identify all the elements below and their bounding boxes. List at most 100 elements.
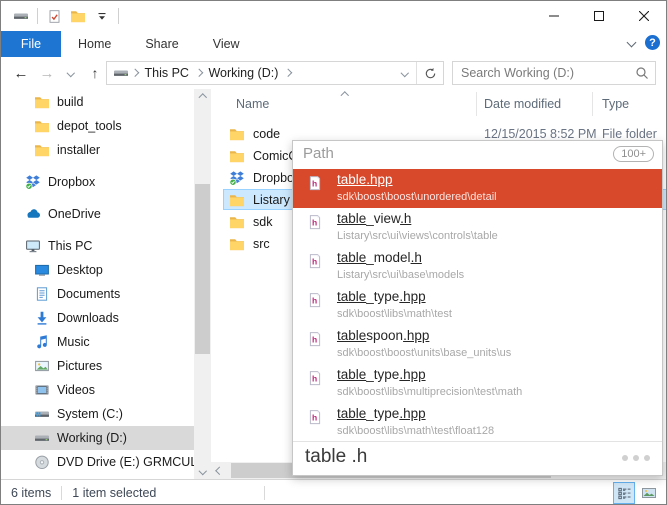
breadcrumb-this-pc[interactable]: This PC <box>141 66 193 80</box>
onedrive-icon <box>25 206 41 222</box>
thispc-icon <box>25 238 41 254</box>
quick-access-toolbar <box>1 4 123 28</box>
search-result-5[interactable]: htablespoon.hppsdk\boost\boost\units\bas… <box>293 325 662 364</box>
file-name: code <box>253 127 280 141</box>
sidebar-item-label: build <box>57 95 83 109</box>
sidebar-item-dvd-drive-e-grmculx[interactable]: DVD Drive (E:) GRMCULX <box>1 450 194 474</box>
tab-share[interactable]: Share <box>128 31 195 57</box>
column-header-date-modified[interactable]: Date modified <box>484 97 561 111</box>
sidebar-item-music[interactable]: Music <box>1 330 194 354</box>
sidebar-item-dropbox[interactable]: Dropbox <box>1 170 194 194</box>
sidebar-item-onedrive[interactable]: OneDrive <box>1 202 194 226</box>
back-button[interactable]: ← <box>7 57 35 89</box>
search-result-6[interactable]: htable_type.hppsdk\boost\libs\multipreci… <box>293 364 662 403</box>
large-icons-view-button[interactable] <box>638 482 660 504</box>
sidebar-item-label: System (C:) <box>57 407 123 421</box>
minimize-ribbon-icon[interactable] <box>627 38 637 48</box>
documents-icon <box>34 286 50 302</box>
result-path: sdk\boost\libs\math\test\float128 <box>337 425 494 437</box>
column-header-name[interactable]: Name <box>236 97 269 111</box>
location-drive-icon <box>113 65 129 81</box>
selection-count: 1 item selected <box>62 486 166 500</box>
search-result-7[interactable]: htable_type.hppsdk\boost\libs\math\test\… <box>293 403 662 442</box>
sidebar-item-installer[interactable]: installer <box>1 138 194 162</box>
address-bar[interactable]: This PC Working (D:) <box>106 61 444 85</box>
sidebar-item-pictures[interactable]: Pictures <box>1 354 194 378</box>
file-name: src <box>253 237 270 251</box>
file-type: File folder <box>602 127 657 141</box>
tab-file[interactable]: File <box>1 31 61 57</box>
address-dropdown-icon[interactable] <box>394 62 416 84</box>
sidebar-item-label: This PC <box>48 239 92 253</box>
tab-home[interactable]: Home <box>61 31 128 57</box>
sidebar-item-label: OneDrive <box>48 207 101 221</box>
popup-title: Path <box>303 145 334 162</box>
search-result-3[interactable]: htable_model.hListary\src\ui\base\models <box>293 247 662 286</box>
minimize-button[interactable] <box>531 1 576 31</box>
result-path: sdk\boost\boost\units\base_units\us <box>337 347 511 359</box>
close-button[interactable] <box>621 1 666 31</box>
sidebar-item-desktop[interactable]: Desktop <box>1 258 194 282</box>
forward-button[interactable]: → <box>35 57 59 89</box>
drivesys-icon <box>34 406 50 422</box>
svg-text:h: h <box>312 217 317 227</box>
scroll-left-icon[interactable] <box>211 462 228 479</box>
sidebar-item-label: Music <box>57 335 90 349</box>
search-input[interactable] <box>453 66 629 80</box>
popup-search-bar[interactable]: table .h <box>293 441 662 475</box>
sort-ascending-icon <box>341 92 349 100</box>
folder-icon <box>229 236 245 252</box>
result-path: Listary\src\ui\base\models <box>337 269 464 281</box>
svg-text:h: h <box>312 334 317 344</box>
svg-text:h: h <box>312 178 317 188</box>
folder-icon <box>34 118 50 134</box>
qat-new-folder-icon[interactable] <box>66 4 90 28</box>
sidebar-scrollbar[interactable] <box>194 89 211 479</box>
sidebar-item-documents[interactable]: Documents <box>1 282 194 306</box>
search-icon[interactable] <box>629 66 655 80</box>
scroll-down-icon[interactable] <box>194 462 211 479</box>
sidebar-item-label: Desktop <box>57 263 103 277</box>
up-button[interactable]: ↑ <box>83 57 107 89</box>
svg-text:h: h <box>312 295 317 305</box>
qat-properties-icon[interactable] <box>42 4 66 28</box>
sidebar-item-downloads[interactable]: Downloads <box>1 306 194 330</box>
result-count-badge: 100+ <box>613 146 654 162</box>
folder-icon <box>229 192 245 208</box>
sidebar-item-system-c[interactable]: System (C:) <box>1 402 194 426</box>
column-header-type[interactable]: Type <box>602 97 629 111</box>
sidebar-item-videos[interactable]: Videos <box>1 378 194 402</box>
popup-header: Path 100+ <box>293 141 662 169</box>
menu-dots-icon[interactable] <box>622 455 650 461</box>
refresh-icon[interactable] <box>417 62 443 84</box>
breadcrumb-working-d[interactable]: Working (D:) <box>204 66 282 80</box>
sidebar-item-label: installer <box>57 143 100 157</box>
sidebar-item-this-pc[interactable]: This PC <box>1 234 194 258</box>
qat-customize-icon[interactable] <box>90 4 114 28</box>
folder-icon <box>34 142 50 158</box>
tab-view[interactable]: View <box>196 31 257 57</box>
ribbon-tabs: File Home Share View <box>1 31 666 58</box>
maximize-button[interactable] <box>576 1 621 31</box>
recent-locations-icon[interactable] <box>61 57 81 89</box>
titlebar <box>1 1 666 31</box>
result-path: sdk\boost\boost\unordered\detail <box>337 191 497 203</box>
sidebar-item-depot-tools[interactable]: depot_tools <box>1 114 194 138</box>
search-result-2[interactable]: htable_view.hListary\src\ui\views\contro… <box>293 208 662 247</box>
svg-text:h: h <box>312 373 317 383</box>
details-view-button[interactable] <box>613 482 635 504</box>
sidebar-item-build[interactable]: build <box>1 90 194 114</box>
scroll-up-icon[interactable] <box>194 89 211 106</box>
help-icon[interactable]: ? <box>645 35 660 50</box>
sidebar-item-working-d[interactable]: Working (D:) <box>1 426 194 450</box>
search-query[interactable]: table .h <box>305 446 367 468</box>
result-filename: table_type.hpp <box>337 289 426 304</box>
search-result-1[interactable]: htable.hppsdk\boost\boost\unordered\deta… <box>293 169 662 208</box>
explorer-window: File Home Share View ? ← → ↑ This PC Wor… <box>0 0 667 505</box>
search-results: htable.hppsdk\boost\boost\unordered\deta… <box>293 169 662 442</box>
header-file-icon: h <box>307 370 323 386</box>
pictures-icon <box>34 358 50 374</box>
scrollbar-thumb[interactable] <box>195 184 210 354</box>
search-result-4[interactable]: htable_type.hppsdk\boost\libs\math\test <box>293 286 662 325</box>
sidebar-item-label: depot_tools <box>57 119 122 133</box>
